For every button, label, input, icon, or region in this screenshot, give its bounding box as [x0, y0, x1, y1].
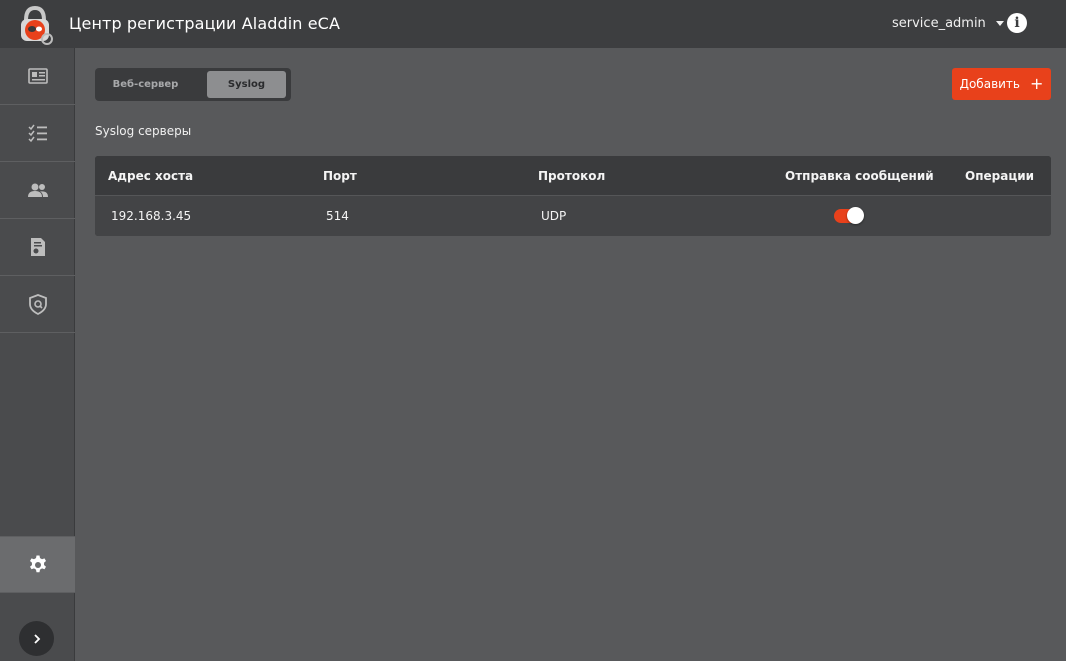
add-button[interactable]: Добавить +: [952, 68, 1051, 100]
tab-web-server[interactable]: Веб-сервер: [98, 71, 193, 98]
id-card-icon: [27, 68, 48, 84]
shield-icon: [28, 294, 47, 315]
table-row[interactable]: 192.168.3.45 514 UDP: [95, 196, 1051, 236]
plus-icon: +: [1030, 74, 1044, 93]
syslog-table: Адрес хоста Порт Протокол Отправка сообщ…: [95, 156, 1051, 236]
expand-sidebar-button[interactable]: [19, 621, 54, 656]
tab-syslog[interactable]: Syslog: [207, 71, 286, 98]
certificate-icon: [30, 238, 45, 256]
sidebar-item-tasks[interactable]: [0, 105, 75, 162]
tab-bar: Веб-сервер Syslog: [95, 68, 291, 101]
app-title: Центр регистрации Aladdin eCA: [69, 14, 340, 33]
aladdin-logo-icon: [14, 2, 56, 46]
chevron-right-icon: [33, 633, 40, 644]
sidebar-item-settings[interactable]: [0, 536, 75, 593]
users-icon: [27, 183, 48, 197]
sidebar: [0, 48, 75, 661]
column-header-port: Порт: [323, 169, 357, 183]
column-header-sending: Отправка сообщений: [785, 169, 934, 183]
info-icon[interactable]: i: [1007, 13, 1027, 33]
caret-down-icon: [995, 21, 1004, 26]
column-header-protocol: Протокол: [538, 169, 606, 183]
section-title: Syslog серверы: [95, 124, 192, 138]
table-header: Адрес хоста Порт Протокол Отправка сообщ…: [95, 156, 1051, 196]
column-header-operations: Операции: [965, 169, 1035, 183]
checklist-icon: [27, 124, 47, 143]
gear-icon: [29, 555, 46, 572]
sending-toggle[interactable]: [834, 207, 864, 224]
sidebar-item-users[interactable]: [0, 162, 75, 219]
user-menu[interactable]: service_admin: [892, 16, 1004, 31]
cell-port: 514: [326, 209, 349, 223]
sidebar-item-dashboard[interactable]: [0, 48, 75, 105]
add-button-label: Добавить: [959, 77, 1020, 91]
column-header-host: Адрес хоста: [108, 169, 194, 183]
username-label: service_admin: [892, 16, 986, 31]
sidebar-item-certificates[interactable]: [0, 219, 75, 276]
sidebar-item-security[interactable]: [0, 276, 75, 333]
cell-host: 192.168.3.45: [111, 209, 192, 223]
toggle-knob: [847, 207, 864, 224]
top-header: Центр регистрации Aladdin eCA service_ad…: [0, 0, 1066, 48]
cell-protocol: UDP: [541, 209, 567, 223]
